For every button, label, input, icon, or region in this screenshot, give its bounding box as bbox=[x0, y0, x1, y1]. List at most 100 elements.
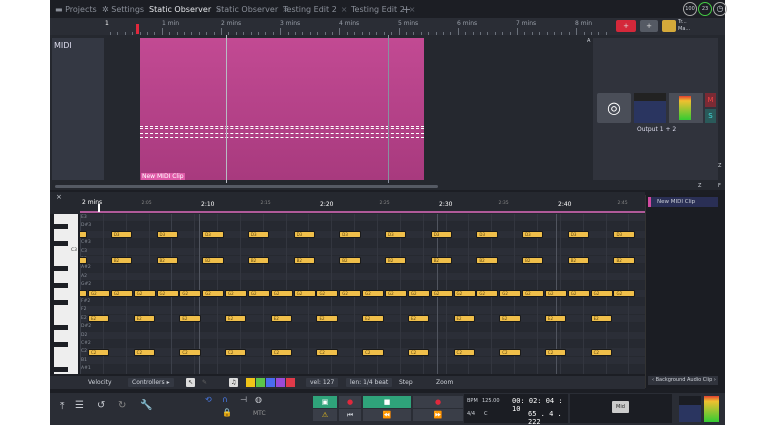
midi-note[interactable]: C2 bbox=[87, 348, 110, 356]
zoom-a-button[interactable]: A bbox=[587, 38, 590, 44]
note-length-value[interactable]: len: 1/4 beat bbox=[346, 378, 393, 387]
midi-note[interactable]: D3 bbox=[339, 231, 361, 239]
tab-2[interactable]: Static Observer × bbox=[149, 3, 222, 16]
inspector-clip-name[interactable]: New MIDI Clip bbox=[648, 197, 718, 207]
midi-note[interactable]: C2 bbox=[407, 348, 430, 356]
midi-note[interactable]: G2 bbox=[590, 290, 613, 298]
black-key[interactable] bbox=[54, 366, 68, 372]
midi-note[interactable]: D3 bbox=[80, 231, 87, 239]
loop-icon[interactable]: ⟲ bbox=[205, 395, 212, 404]
midi-note[interactable]: D3 bbox=[613, 231, 635, 239]
plugin-icon[interactable]: ◎ bbox=[597, 93, 631, 123]
midi-note[interactable]: C2 bbox=[499, 348, 521, 356]
midi-note[interactable]: G2 bbox=[270, 290, 293, 298]
note-color-swatch[interactable] bbox=[286, 378, 295, 387]
snap-magnet-icon[interactable]: ∩ bbox=[222, 395, 228, 404]
midi-note[interactable]: C2 bbox=[590, 348, 613, 356]
solo-button[interactable]: S bbox=[705, 109, 716, 123]
velocity-tab[interactable]: Velocity bbox=[84, 378, 116, 387]
fast-forward-button[interactable]: ⏩ bbox=[413, 409, 463, 421]
clock-icon[interactable]: ◷ bbox=[713, 2, 727, 16]
midi-note[interactable]: B2 bbox=[522, 256, 544, 264]
midi-note[interactable]: D3 bbox=[202, 231, 224, 239]
close-editor-button[interactable]: × bbox=[56, 193, 62, 201]
midi-note[interactable]: B2 bbox=[293, 256, 315, 264]
tab-3[interactable]: Static Observer × bbox=[216, 3, 289, 16]
snap-icon[interactable] bbox=[662, 20, 676, 32]
add-button[interactable]: + bbox=[640, 20, 658, 32]
midi-note[interactable]: D3 bbox=[293, 231, 315, 239]
midi-note[interactable]: C2 bbox=[453, 348, 475, 356]
midi-note[interactable]: G2 bbox=[156, 290, 179, 298]
midi-note[interactable]: G2 bbox=[110, 290, 133, 298]
midi-note[interactable]: G2 bbox=[339, 290, 362, 298]
metronome-icon[interactable]: ◍ bbox=[255, 395, 262, 404]
midi-note[interactable]: G2 bbox=[247, 290, 270, 298]
midi-note[interactable]: C2 bbox=[133, 348, 156, 356]
midi-note[interactable]: D3 bbox=[430, 231, 453, 239]
piano-keyboard[interactable]: C3 bbox=[54, 214, 78, 374]
black-key[interactable] bbox=[54, 299, 68, 305]
pointer-tool-icon[interactable]: ↖ bbox=[186, 378, 196, 387]
midi-clip[interactable]: New MIDI Clip bbox=[140, 38, 424, 180]
midi-note[interactable]: B2 bbox=[430, 256, 453, 264]
quantize-icon[interactable]: ♫ bbox=[229, 378, 239, 387]
redo-icon[interactable]: ↻ bbox=[118, 400, 126, 411]
wrench-icon[interactable]: 🔧 bbox=[140, 400, 152, 411]
rewind-start-button[interactable]: ⏮ bbox=[339, 409, 361, 421]
track-header[interactable]: MIDI bbox=[52, 38, 104, 180]
playhead[interactable] bbox=[226, 35, 227, 183]
record-mode-button[interactable]: ● bbox=[339, 396, 361, 408]
midi-note[interactable]: G2 bbox=[202, 290, 225, 298]
midi-badge[interactable]: Mid bbox=[612, 401, 629, 413]
zoom-z2-button[interactable]: Z bbox=[698, 183, 701, 189]
zoom-button[interactable]: Zoom bbox=[432, 378, 457, 387]
midi-note[interactable]: D3 bbox=[522, 231, 544, 239]
midi-note[interactable]: C2 bbox=[544, 348, 567, 356]
menu-icon[interactable]: ☰ bbox=[75, 400, 84, 411]
velocity-value[interactable]: vel: 127 bbox=[306, 378, 339, 387]
mtc-button[interactable]: MTC bbox=[253, 410, 266, 417]
black-key[interactable] bbox=[54, 223, 68, 229]
new-tab-button[interactable]: + bbox=[402, 3, 411, 16]
note-color-swatch[interactable] bbox=[266, 378, 275, 387]
midi-note[interactable]: G2 bbox=[80, 290, 88, 298]
midi-note[interactable]: G2 bbox=[522, 290, 545, 298]
midi-note[interactable]: G2 bbox=[293, 290, 316, 298]
black-key[interactable] bbox=[54, 240, 68, 246]
zoom-z-button[interactable]: Z bbox=[718, 163, 721, 169]
midi-note[interactable]: D3 bbox=[110, 231, 133, 239]
midi-note[interactable]: G2 bbox=[613, 290, 636, 298]
tab-4[interactable]: Testing Edit 2 × bbox=[283, 3, 348, 16]
midi-note[interactable]: C2 bbox=[270, 348, 293, 356]
rewind-button[interactable]: ⏪ bbox=[363, 409, 411, 421]
zoom-f-button[interactable]: F bbox=[718, 183, 721, 189]
midi-note[interactable]: C2 bbox=[225, 348, 247, 356]
midi-note[interactable]: E2 bbox=[362, 315, 384, 323]
controllers-dropdown[interactable]: Controllers ▸ bbox=[128, 378, 174, 387]
midi-note[interactable]: B2 bbox=[80, 256, 87, 264]
clip-launch-button[interactable]: ▣ bbox=[313, 396, 337, 408]
lock-icon[interactable]: 🔒 bbox=[222, 408, 232, 417]
master-fader[interactable] bbox=[679, 396, 701, 422]
tab-close-button[interactable]: × bbox=[341, 5, 348, 14]
midi-note[interactable]: E2 bbox=[407, 315, 430, 323]
black-key[interactable] bbox=[54, 324, 68, 330]
loop-marker[interactable] bbox=[136, 24, 139, 34]
midi-note[interactable]: D3 bbox=[384, 231, 407, 239]
note-grid[interactable]: E3D#3D3C#3C3B2A#2A2G#2G2F#2F2E2D#2D2C#2C… bbox=[80, 214, 645, 374]
midi-note[interactable]: G2 bbox=[316, 290, 339, 298]
midi-note[interactable]: G2 bbox=[384, 290, 407, 298]
volume-fader[interactable] bbox=[634, 93, 666, 123]
midi-note[interactable]: C2 bbox=[362, 348, 384, 356]
mute-button[interactable]: M bbox=[705, 93, 716, 107]
midi-note[interactable]: B2 bbox=[247, 256, 270, 264]
background-clip-selector[interactable]: ‹ Background Audio Clip › bbox=[648, 376, 718, 385]
step-button[interactable]: Step bbox=[395, 378, 417, 387]
midi-note[interactable]: D3 bbox=[567, 231, 590, 239]
midi-note[interactable]: B2 bbox=[476, 256, 498, 264]
undo-icon[interactable]: ↺ bbox=[97, 400, 105, 411]
note-color-swatch[interactable] bbox=[246, 378, 255, 387]
time-display[interactable]: BPM 125.00 4/4 C 00: 02: 04 : 10 65 . 4 … bbox=[464, 394, 568, 426]
midi-note[interactable]: B2 bbox=[156, 256, 178, 264]
